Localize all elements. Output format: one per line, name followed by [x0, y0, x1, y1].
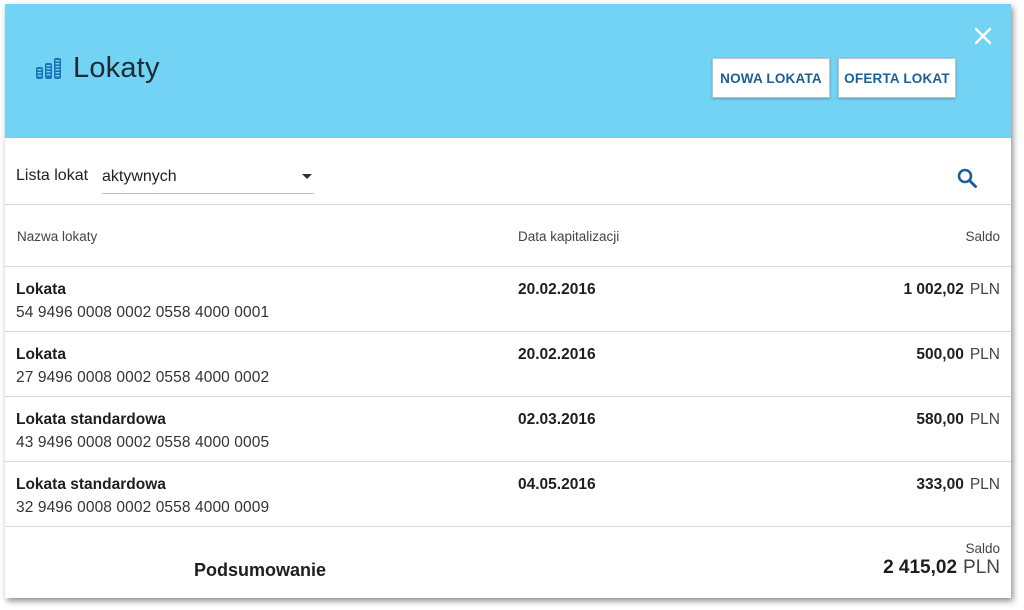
- table-row[interactable]: Lokata standardowa 32 9496 0008 0002 055…: [5, 462, 1011, 527]
- account-number: 54 9496 0008 0002 0558 4000 0001: [16, 304, 270, 321]
- chevron-down-icon: [302, 174, 312, 179]
- balance-currency: PLN: [969, 281, 1000, 298]
- title-wrap: Lokaty: [35, 52, 160, 85]
- deposit-offer-button[interactable]: OFERTA LOKAT: [838, 58, 956, 98]
- table-row[interactable]: Lokata standardowa 43 9496 0008 0002 055…: [5, 397, 1011, 462]
- total-currency: PLN: [963, 557, 1000, 578]
- balance-currency: PLN: [969, 346, 1000, 363]
- capitalization-date: 20.02.2016: [518, 346, 596, 363]
- balance-currency: PLN: [969, 476, 1000, 493]
- search-icon: [957, 168, 977, 188]
- new-deposit-button[interactable]: NOWA LOKATA: [712, 58, 830, 98]
- balance-value: 1 002,02: [903, 281, 964, 298]
- select-value: aktywnych: [102, 168, 177, 185]
- balance-currency: PLN: [969, 411, 1000, 428]
- close-button[interactable]: [973, 26, 993, 46]
- summary-saldo-label: Saldo: [965, 541, 1000, 556]
- summary-label: Podsumowanie: [194, 560, 327, 580]
- account-number: 27 9496 0008 0002 0558 4000 0002: [16, 369, 270, 386]
- coins-stack-icon: [36, 57, 61, 79]
- capitalization-date: 20.02.2016: [518, 281, 596, 298]
- header: Lokaty NOWA LOKATA OFERTA LOKAT: [5, 4, 1011, 138]
- deposit-balance: 580,00 PLN: [916, 411, 1000, 429]
- page-title: Lokaty: [73, 52, 160, 84]
- balance-value: 500,00: [916, 346, 964, 363]
- column-header-saldo[interactable]: Saldo: [965, 229, 1000, 244]
- column-header-date[interactable]: Data kapitalizacji: [518, 229, 619, 244]
- filter-label: Lista lokat: [16, 167, 89, 184]
- capitalization-date: 04.05.2016: [518, 476, 596, 493]
- deposit-name: Lokata standardowa: [16, 476, 166, 493]
- deposit-status-select[interactable]: aktywnych: [102, 160, 314, 194]
- balance-value: 333,00: [916, 476, 964, 493]
- account-number: 32 9496 0008 0002 0558 4000 0009: [16, 499, 270, 516]
- table-row[interactable]: Lokata 54 9496 0008 0002 0558 4000 0001 …: [5, 267, 1011, 332]
- deposit-balance: 500,00 PLN: [916, 346, 1000, 364]
- deposit-balance: 1 002,02 PLN: [904, 281, 1001, 299]
- deposit-name: Lokata: [16, 281, 66, 298]
- deposit-balance: 333,00 PLN: [916, 476, 1000, 494]
- column-header-name[interactable]: Nazwa lokaty: [17, 229, 97, 244]
- deposit-name: Lokata: [16, 346, 66, 363]
- account-number: 43 9496 0008 0002 0558 4000 0005: [16, 434, 270, 451]
- balance-value: 580,00: [916, 411, 964, 428]
- filter-row: Lista lokat aktywnych: [5, 138, 1011, 205]
- summary-total: 2 415,02 PLN: [883, 557, 1000, 579]
- deposit-name: Lokata standardowa: [16, 411, 166, 428]
- search-button[interactable]: [956, 167, 978, 189]
- table-row[interactable]: Lokata 27 9496 0008 0002 0558 4000 0002 …: [5, 332, 1011, 397]
- capitalization-date: 02.03.2016: [518, 411, 596, 428]
- total-value: 2 415,02: [883, 557, 958, 578]
- deposits-window: Lokaty NOWA LOKATA OFERTA LOKAT Lista lo…: [5, 4, 1011, 598]
- close-icon: [974, 27, 992, 45]
